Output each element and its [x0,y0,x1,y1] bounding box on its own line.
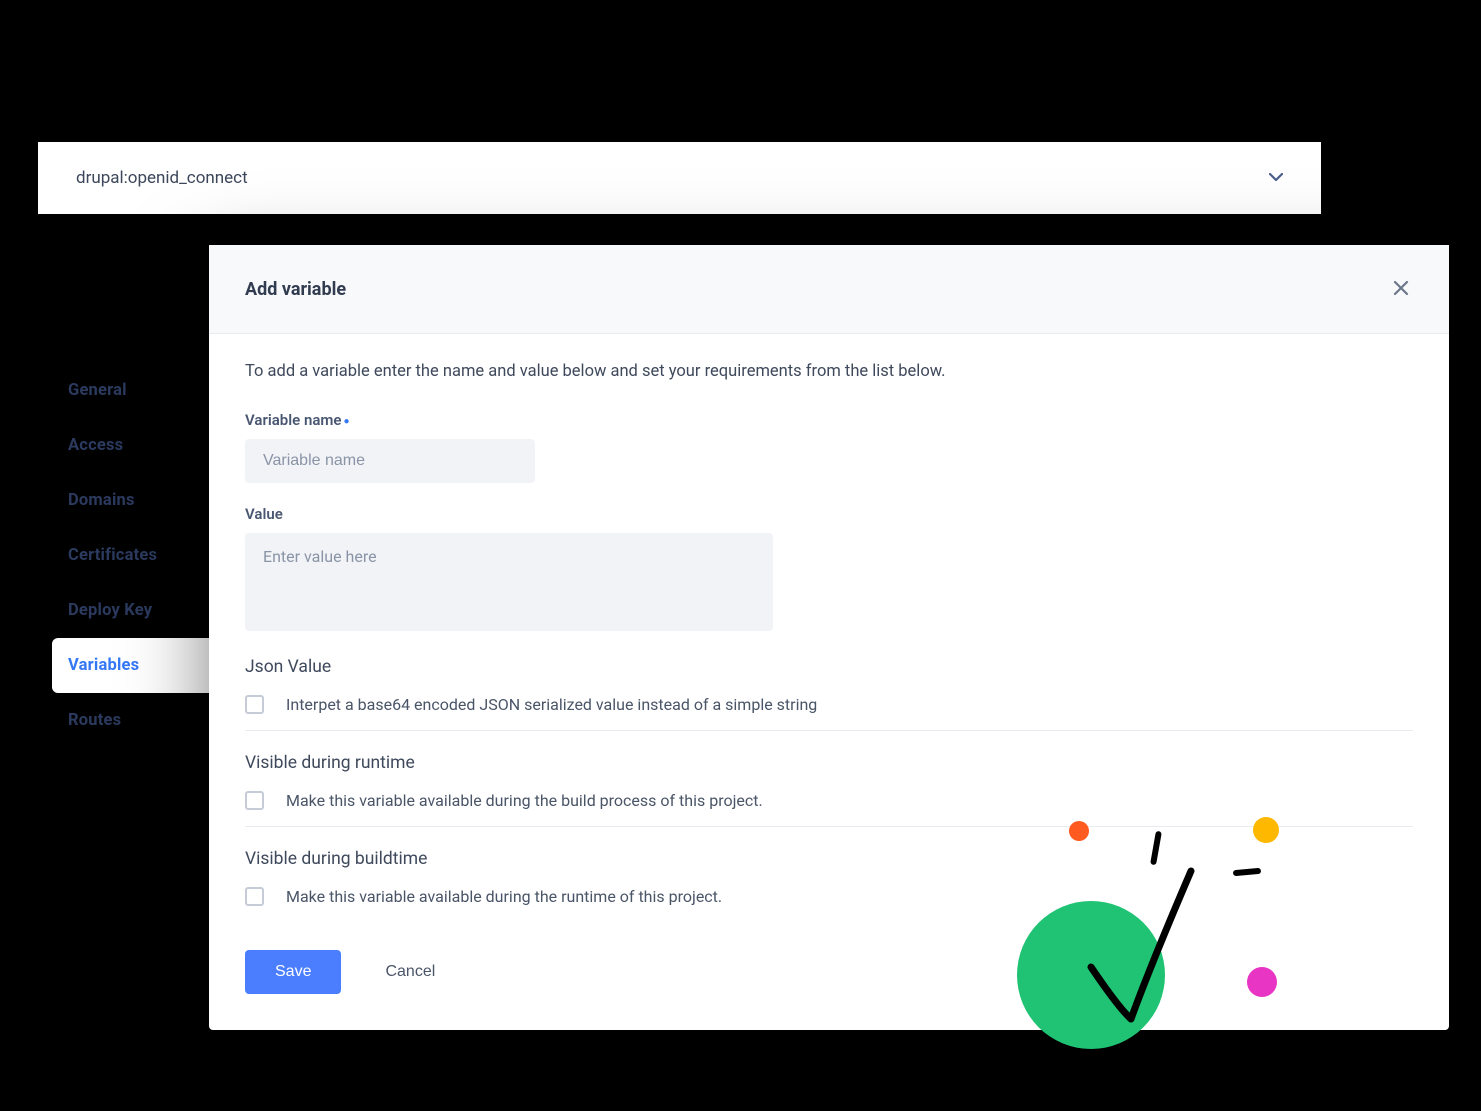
save-button[interactable]: Save [245,950,341,994]
buildtime-section-title: Visible during buildtime [245,849,1413,869]
sidebar-item-access[interactable]: Access [52,418,222,473]
runtime-checkbox-row: Make this variable available during the … [245,787,1413,827]
sidebar-item-label: General [68,381,127,400]
chevron-down-icon [1269,170,1283,186]
add-variable-modal: Add variable To add a variable enter the… [209,245,1449,1030]
sidebar-item-label: Access [68,436,123,455]
sidebar-item-label: Certificates [68,546,157,565]
modal-header: Add variable [209,245,1449,334]
sidebar-item-variables[interactable]: Variables [52,638,222,693]
button-row: Save Cancel [245,950,1413,994]
runtime-checkbox-label: Make this variable available during the … [286,791,763,810]
variable-name-label: Variable name● [245,411,1413,429]
sidebar-item-label: Variables [68,656,139,675]
required-indicator: ● [343,416,349,427]
sidebar-item-domains[interactable]: Domains [52,473,222,528]
sidebar-item-routes[interactable]: Routes [52,693,222,748]
runtime-checkbox[interactable] [245,791,264,810]
sidebar-item-deploy-key[interactable]: Deploy Key [52,583,222,638]
dropdown-value: drupal:openid_connect [76,168,248,188]
sidebar-item-label: Domains [68,491,135,510]
json-checkbox-label: Interpet a base64 encoded JSON serialize… [286,695,817,714]
value-label: Value [245,505,1413,523]
intro-text: To add a variable enter the name and val… [245,362,1413,381]
sidebar-item-general[interactable]: General [52,363,222,418]
json-checkbox[interactable] [245,695,264,714]
runtime-section-title: Visible during runtime [245,753,1413,773]
sidebar-item-certificates[interactable]: Certificates [52,528,222,583]
sidebar-item-label: Routes [68,711,121,730]
variable-name-input[interactable] [245,439,535,483]
json-section-title: Json Value [245,657,1413,677]
modal-title: Add variable [245,279,346,300]
modal-body: To add a variable enter the name and val… [209,334,1449,1030]
buildtime-checkbox-label: Make this variable available during the … [286,887,722,906]
sidebar-item-label: Deploy Key [68,601,152,620]
value-textarea[interactable] [245,533,773,631]
project-dropdown[interactable]: drupal:openid_connect [38,142,1321,214]
buildtime-checkbox-row: Make this variable available during the … [245,883,1413,922]
close-icon[interactable] [1389,273,1413,305]
buildtime-checkbox[interactable] [245,887,264,906]
json-checkbox-row: Interpet a base64 encoded JSON serialize… [245,691,1413,731]
cancel-button[interactable]: Cancel [381,950,439,994]
settings-sidebar: General Access Domains Certificates Depl… [52,363,222,748]
